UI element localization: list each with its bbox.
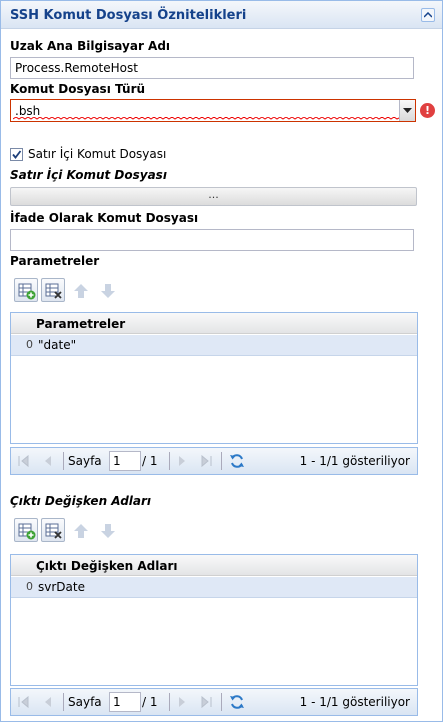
parameters-column-header-label: Parametreler — [36, 317, 126, 331]
refresh-icon[interactable] — [229, 694, 245, 710]
parameters-column-header[interactable]: Parametreler — [11, 313, 417, 334]
add-row-icon — [18, 523, 36, 540]
last-page-icon[interactable] — [199, 454, 213, 468]
page-number-input[interactable]: 1 — [109, 692, 141, 712]
row-value[interactable]: svrDate — [38, 580, 85, 594]
expression-script-input[interactable] — [10, 229, 414, 251]
delete-row-icon — [45, 283, 62, 299]
output-variables-grid: Çıktı Değişken Adları 0 svrDate — [10, 554, 418, 686]
pager-separator — [221, 693, 222, 711]
row-number: 0 — [26, 338, 33, 351]
arrow-up-icon — [74, 524, 88, 538]
last-page-icon[interactable] — [199, 695, 213, 709]
remote-host-input[interactable]: Process.RemoteHost — [10, 57, 414, 79]
inline-script-checkbox[interactable] — [10, 148, 23, 161]
output-variables-label: Çıktı Değişken Adları — [10, 494, 152, 508]
table-row[interactable]: 0 "date" — [11, 335, 417, 356]
panel-title: SSH Komut Dosyası Öznitelikleri — [10, 8, 247, 23]
expression-script-label: İfade Olarak Komut Dosyası — [10, 211, 199, 225]
move-up-button[interactable] — [68, 278, 92, 302]
inline-script-edit-button[interactable]: ... — [10, 187, 417, 206]
total-pages: / 1 — [142, 695, 158, 709]
prev-page-icon[interactable] — [41, 454, 55, 468]
paging-status: 1 - 1/1 gösteriliyor — [299, 695, 410, 709]
add-row-icon — [18, 283, 36, 300]
arrow-down-icon — [101, 524, 115, 538]
parameters-label: Parametreler — [10, 254, 100, 268]
move-up-button[interactable] — [68, 518, 92, 542]
pager-separator — [221, 452, 222, 470]
collapse-icon[interactable] — [421, 8, 435, 22]
paging-status: 1 - 1/1 gösteriliyor — [299, 454, 410, 468]
next-page-icon[interactable] — [175, 695, 189, 709]
page-number-input[interactable]: 1 — [109, 451, 141, 471]
move-down-button[interactable] — [95, 278, 119, 302]
dropdown-arrow-icon[interactable] — [399, 100, 415, 121]
page-label: Sayfa — [68, 695, 102, 709]
panel-header: SSH Komut Dosyası Öznitelikleri — [1, 1, 442, 29]
arrow-down-icon — [101, 284, 115, 298]
add-output-button[interactable] — [14, 518, 38, 542]
prev-page-icon[interactable] — [41, 695, 55, 709]
inline-script-label: Satır İçi Komut Dosyası — [10, 168, 167, 182]
pager-separator — [63, 693, 64, 711]
refresh-icon[interactable] — [229, 453, 245, 469]
remove-output-button[interactable] — [41, 518, 65, 542]
output-variables-column-header-label: Çıktı Değişken Adları — [36, 559, 178, 573]
row-number: 0 — [26, 580, 33, 593]
invalid-underline — [13, 117, 401, 120]
first-page-icon[interactable] — [17, 695, 31, 709]
output-variables-pager: Sayfa 1 / 1 1 - 1/1 gösteriliyor — [10, 688, 418, 716]
script-type-value: .bsh — [15, 104, 41, 118]
page-label: Sayfa — [68, 454, 102, 468]
next-page-icon[interactable] — [175, 454, 189, 468]
add-parameter-button[interactable] — [14, 278, 38, 302]
remove-parameter-button[interactable] — [41, 278, 65, 302]
pager-separator — [169, 693, 170, 711]
delete-row-icon — [45, 523, 62, 539]
output-variables-column-header[interactable]: Çıktı Değişken Adları — [11, 555, 417, 576]
script-type-label: Komut Dosyası Türü — [10, 82, 146, 96]
parameters-grid: Parametreler 0 "date" — [10, 312, 418, 444]
pager-separator — [169, 452, 170, 470]
pager-separator — [63, 452, 64, 470]
table-row[interactable]: 0 svrDate — [11, 577, 417, 598]
remote-host-label: Uzak Ana Bilgisayar Adı — [10, 39, 171, 53]
script-type-combo[interactable]: .bsh — [10, 99, 416, 122]
error-icon: ! — [420, 103, 435, 118]
move-down-button[interactable] — [95, 518, 119, 542]
parameters-pager: Sayfa 1 / 1 1 - 1/1 gösteriliyor — [10, 447, 418, 475]
first-page-icon[interactable] — [17, 454, 31, 468]
total-pages: / 1 — [142, 454, 158, 468]
arrow-up-icon — [74, 284, 88, 298]
inline-script-checkbox-label: Satır İçi Komut Dosyası — [28, 147, 167, 161]
row-value[interactable]: "date" — [38, 338, 76, 352]
attributes-panel: SSH Komut Dosyası Öznitelikleri Uzak Ana… — [0, 0, 443, 722]
